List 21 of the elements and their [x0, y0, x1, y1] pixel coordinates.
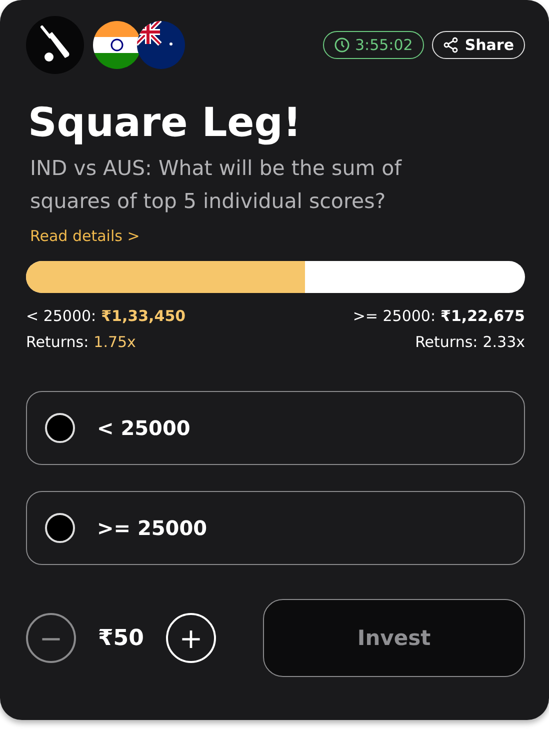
option-button[interactable]: >= 25000	[26, 491, 525, 565]
side-label: < 25000:	[26, 307, 96, 325]
share-button[interactable]: Share	[432, 31, 525, 59]
read-details-link[interactable]: Read details >	[30, 227, 140, 245]
stake-amount: ₹50	[98, 626, 144, 650]
title: Square Leg!	[28, 100, 302, 146]
pool-amount: ₹1,33,450	[101, 307, 186, 325]
radio-button[interactable]	[45, 513, 75, 543]
radio-button[interactable]	[45, 413, 75, 443]
increase-button[interactable]: +	[166, 613, 216, 663]
returns-value: 1.75x	[94, 333, 136, 351]
returns-label: Returns:	[26, 333, 89, 351]
side-label: >= 25000:	[352, 307, 436, 325]
returns-value: 2.33x	[482, 333, 525, 351]
question-text: IND vs AUS: What will be the sum of squares of top 5 individual scores?	[30, 155, 403, 215]
share-icon	[442, 37, 459, 53]
returns-label: Returns:	[415, 333, 478, 351]
countdown-timer: 3:55:02	[322, 31, 424, 59]
clock-icon	[334, 37, 350, 53]
pool-amount: ₹1,22,675	[440, 307, 525, 325]
option-button[interactable]: < 25000	[26, 391, 525, 465]
